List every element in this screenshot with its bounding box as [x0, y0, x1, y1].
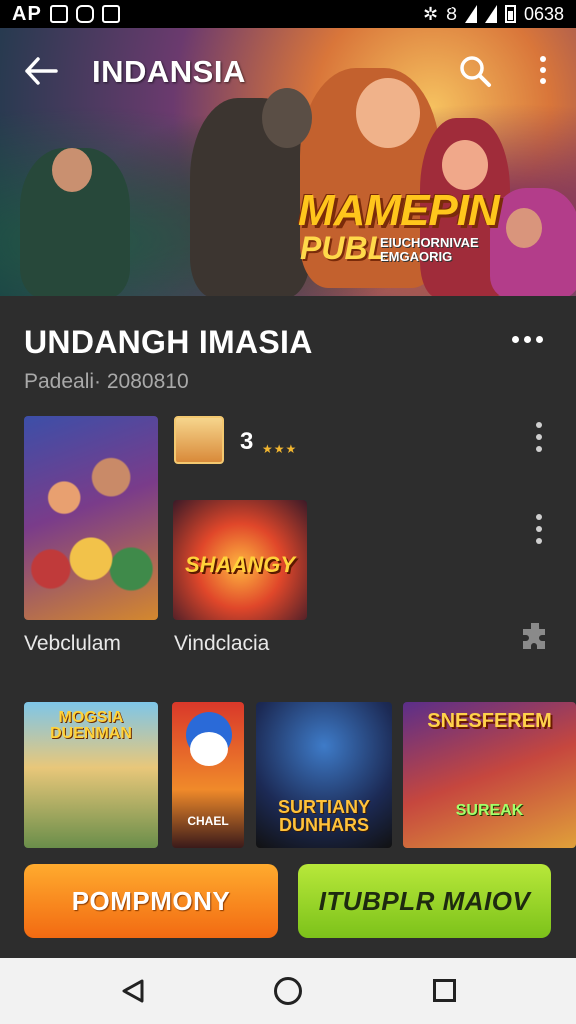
screen: AP ✲ Ȣ 0638 MAMEPIN PUBL EIUCHORNIVAE EM… — [0, 0, 576, 1024]
logo-line1: MAMEPIN — [298, 186, 500, 235]
system-nav-bar — [0, 958, 576, 1024]
page-title: INDANSIA — [92, 54, 246, 89]
app-notification-icon — [75, 5, 94, 23]
hero-character-head — [262, 88, 312, 148]
logo-line2: PUBL — [300, 230, 388, 266]
hero-character-head — [506, 208, 542, 248]
game-tile-title: SHAANGY — [184, 552, 295, 577]
game-label[interactable]: Vindclacia — [174, 632, 269, 656]
app-bar: INDANSIA — [0, 40, 576, 96]
nav-back-icon[interactable] — [120, 978, 146, 1004]
game-tile[interactable]: SHAANGY — [173, 500, 307, 620]
section-more-icon[interactable] — [512, 336, 552, 348]
notification-icon — [49, 5, 68, 23]
back-arrow-icon[interactable] — [24, 56, 58, 86]
vibrate-icon: Ȣ — [446, 3, 457, 24]
rating-stars: ★★★ — [262, 442, 298, 456]
wifi-icon — [464, 5, 477, 23]
carrier-label: AP — [12, 2, 42, 25]
battery-icon — [504, 5, 516, 23]
status-bar: AP ✲ Ȣ 0638 — [0, 0, 576, 28]
message-icon — [101, 5, 120, 23]
nav-home-icon[interactable] — [274, 977, 302, 1005]
game-tile[interactable]: SURTIANY DUNHARS — [256, 702, 392, 848]
game-tile-title: MOGSIA DUENMAN — [50, 709, 132, 742]
game-label[interactable]: Vebclulam — [24, 632, 121, 656]
game-tile[interactable]: SNESFEREM SUREAK — [403, 702, 576, 848]
game-tile-subtitle: SUREAK — [455, 802, 524, 819]
game-tile-title: CHAEL — [187, 814, 229, 828]
hero-character-head — [442, 140, 488, 190]
clock: 0638 — [523, 3, 564, 24]
logo-tag: EIUCHORNIVAE EMGAORIG — [380, 235, 479, 264]
game-logo: MAMEPIN PUBL EIUCHORNIVAE EMGAORIG — [298, 186, 508, 278]
search-icon[interactable] — [458, 54, 492, 88]
item-more-icon[interactable] — [535, 422, 543, 452]
game-tile[interactable]: CHAEL — [172, 702, 244, 848]
game-icon[interactable] — [174, 416, 224, 464]
puzzle-icon[interactable] — [520, 620, 552, 652]
nav-recents-icon[interactable] — [433, 979, 456, 1002]
secondary-button[interactable]: ITUBPLR MAIOV — [298, 864, 551, 938]
signal-icon — [484, 5, 497, 23]
primary-button[interactable]: POMPMONY — [24, 864, 278, 938]
hero-character-head — [52, 148, 92, 192]
rating-value: 3 — [240, 428, 254, 455]
game-tile[interactable]: MOGSIA DUENMAN — [24, 702, 158, 848]
mascot-art — [190, 732, 228, 766]
more-options-icon[interactable] — [534, 54, 552, 86]
game-tile-title: SNESFEREM — [427, 710, 552, 732]
section-subtitle: Padeali· 2080810 — [24, 370, 189, 393]
game-tile-title: SURTIANY DUNHARS — [277, 797, 370, 835]
section-title: UNDANGH IMASIA — [24, 324, 313, 360]
game-artwork — [24, 416, 158, 620]
game-tile[interactable] — [24, 416, 158, 620]
item-more-icon[interactable] — [535, 514, 543, 544]
settings-icon: ✲ — [422, 3, 439, 24]
